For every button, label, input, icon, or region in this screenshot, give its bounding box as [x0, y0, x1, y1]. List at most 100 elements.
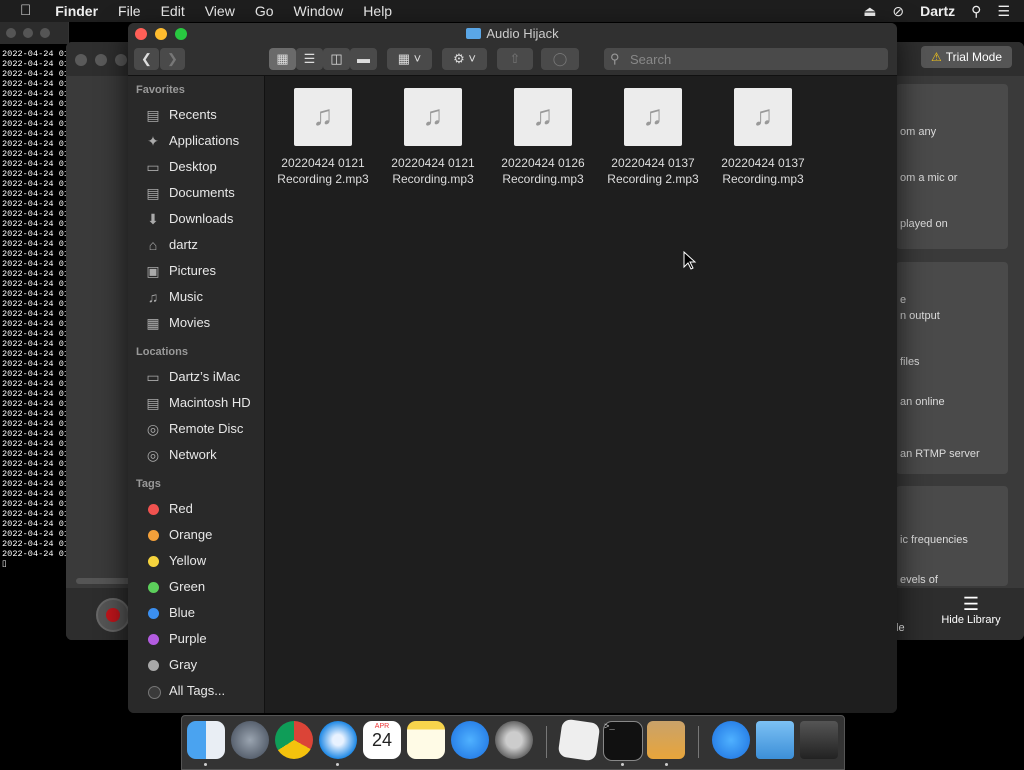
column-view-button[interactable]: ◫: [323, 48, 350, 70]
hide-library-button[interactable]: ☰ Hide Library: [926, 594, 1016, 626]
sidebar-item-label: Red: [169, 501, 193, 516]
search-icon[interactable]: ⚲: [963, 0, 989, 22]
file-name: 20220424 0137 Recording.mp3: [721, 156, 805, 186]
terminal-zoom-button[interactable]: [40, 28, 50, 38]
user-name[interactable]: Dartz: [912, 0, 963, 22]
finder-icon[interactable]: [187, 721, 225, 759]
search-field[interactable]: ⚲: [604, 48, 888, 70]
imac-icon: ▭: [146, 369, 160, 385]
sidebar-item-blue[interactable]: Blue: [128, 601, 264, 625]
menu-help[interactable]: Help: [353, 0, 402, 22]
group-by-button[interactable]: ▦ ˅: [387, 48, 432, 70]
back-button[interactable]: ❮: [134, 48, 159, 70]
audio-hijack-icon[interactable]: [647, 721, 685, 759]
eject-icon[interactable]: ⏏: [855, 0, 884, 22]
sidebar-item-gray[interactable]: Gray: [128, 653, 264, 677]
sidebar-item-recents[interactable]: ▤ Recents: [128, 103, 264, 127]
system-preferences-icon[interactable]: [495, 721, 533, 759]
file-item[interactable]: ♫ 20220424 0137 Recording 2.mp3: [598, 88, 708, 187]
textedit-icon[interactable]: [557, 718, 601, 762]
ah-source-panel-3[interactable]: ic frequencies evels of: [896, 486, 1008, 586]
sidebar-item-dartz-s-imac[interactable]: ▭ Dartz’s iMac: [128, 365, 264, 389]
file-item[interactable]: ♫ 20220424 0126 Recording.mp3: [488, 88, 598, 187]
ah-minimize-button[interactable]: [95, 54, 107, 66]
sidebar-item-pictures[interactable]: ▣ Pictures: [128, 259, 264, 283]
sidebar-item-music[interactable]: ♫ Music: [128, 285, 264, 309]
favorites-header: Favorites: [136, 84, 185, 96]
tag-button[interactable]: ◯: [541, 48, 579, 70]
file-item[interactable]: ♫ 20220424 0121 Recording 2.mp3: [268, 88, 378, 187]
sidebar-item-green[interactable]: Green: [128, 575, 264, 599]
sidebar-item-downloads[interactable]: ⬇ Downloads: [128, 207, 264, 231]
search-input[interactable]: [628, 51, 882, 68]
desktop-icon: ▭: [146, 159, 160, 175]
music-note-icon: ♫: [642, 100, 664, 131]
sidebar-item-label: Network: [169, 447, 217, 462]
file-area[interactable]: ♫ 20220424 0121 Recording 2.mp3 ♫ 20220424 0…: [265, 76, 897, 713]
sidebar-item-network[interactable]: ◎ Network: [128, 443, 264, 467]
ah-source-panel-2[interactable]: e n output files an online an RTMP serve…: [896, 262, 1008, 474]
music-note-icon: ♫: [312, 100, 334, 131]
sidebar-item-all-tags[interactable]: All Tags...: [128, 679, 264, 703]
downloads-icon: ⬇: [147, 211, 159, 227]
share-button[interactable]: ⇧: [497, 48, 533, 70]
no-sign-icon[interactable]: ⊘: [884, 0, 912, 22]
ah-source-panel-1[interactable]: om any om a mic or played on: [896, 84, 1008, 249]
sidebar-item-remote-disc[interactable]: ◎ Remote Disc: [128, 417, 264, 441]
terminal-minimize-button[interactable]: [23, 28, 33, 38]
ah-panel-text: played on: [900, 218, 948, 230]
notes-icon[interactable]: [407, 721, 445, 759]
launchpad-icon[interactable]: [231, 721, 269, 759]
folder-icon: [466, 28, 482, 39]
ah-close-button[interactable]: [75, 54, 87, 66]
warning-icon: ⚠: [930, 50, 942, 64]
trash-icon[interactable]: [800, 721, 838, 759]
sidebar-item-macintosh-hd[interactable]: ▤ Macintosh HD: [128, 391, 264, 415]
sidebar-item-orange[interactable]: Orange: [128, 523, 264, 547]
tag-color-dot-icon: [148, 530, 159, 541]
menu-view[interactable]: View: [195, 0, 245, 22]
chrome-icon[interactable]: [275, 721, 313, 759]
audio-file-icon: ♫: [294, 88, 352, 146]
sidebar-item-desktop[interactable]: ▭ Desktop: [128, 155, 264, 179]
finder-sidebar: Favorites ▤ Recents ✦ Applications ▭ Desktop ▤…: [128, 76, 265, 713]
calendar-icon[interactable]: APR 24: [363, 721, 401, 759]
sidebar-item-purple[interactable]: Purple: [128, 627, 264, 651]
trial-mode-badge[interactable]: ⚠ Trial Mode: [920, 46, 1012, 68]
list-view-button[interactable]: ☰: [296, 48, 323, 70]
menu-list-icon[interactable]: ☰: [989, 0, 1024, 22]
icon-view-button[interactable]: ▦: [269, 48, 296, 70]
sidebar-item-red[interactable]: Red: [128, 497, 264, 521]
file-item[interactable]: ♫ 20220424 0121 Recording.mp3: [378, 88, 488, 187]
action-gear-button[interactable]: ⚙ ˅: [442, 48, 487, 70]
sidebar-item-documents[interactable]: ▤ Documents: [128, 181, 264, 205]
menu-window[interactable]: Window: [284, 0, 354, 22]
menu-edit[interactable]: Edit: [151, 0, 195, 22]
terminal-close-button[interactable]: [6, 28, 16, 38]
ah-zoom-button[interactable]: [115, 54, 127, 66]
search-icon: ⚲: [610, 51, 620, 66]
record-button[interactable]: [96, 598, 130, 632]
app-store-icon[interactable]: [451, 721, 489, 759]
menu-bar:  Finder File Edit View Go Window Help ⏏…: [0, 0, 1024, 22]
forward-button[interactable]: ❯: [160, 48, 185, 70]
tag-color-dot-icon: [148, 660, 159, 671]
sidebar-item-applications[interactable]: ✦ Applications: [128, 129, 264, 153]
menu-file[interactable]: File: [108, 0, 151, 22]
menu-go[interactable]: Go: [245, 0, 284, 22]
app-store-downloads-icon[interactable]: [712, 721, 750, 759]
music-note-icon: ♫: [422, 100, 444, 131]
sidebar-item-dartz[interactable]: ⌂ dartz: [128, 233, 264, 257]
ah-panel-text: files: [900, 356, 920, 368]
safari-icon[interactable]: [319, 721, 357, 759]
file-name: 20220424 0126 Recording.mp3: [501, 156, 585, 186]
folder-icon[interactable]: [756, 721, 794, 759]
sidebar-item-movies[interactable]: ▦ Movies: [128, 311, 264, 335]
file-item[interactable]: ♫ 20220424 0137 Recording.mp3: [708, 88, 818, 187]
terminal-icon[interactable]: >_: [603, 721, 643, 761]
apple-menu-icon[interactable]: : [0, 0, 45, 22]
sidebar-item-label: Music: [169, 289, 203, 304]
gallery-view-button[interactable]: ▬: [350, 48, 377, 70]
menu-app-name[interactable]: Finder: [45, 0, 108, 22]
sidebar-item-yellow[interactable]: Yellow: [128, 549, 264, 573]
